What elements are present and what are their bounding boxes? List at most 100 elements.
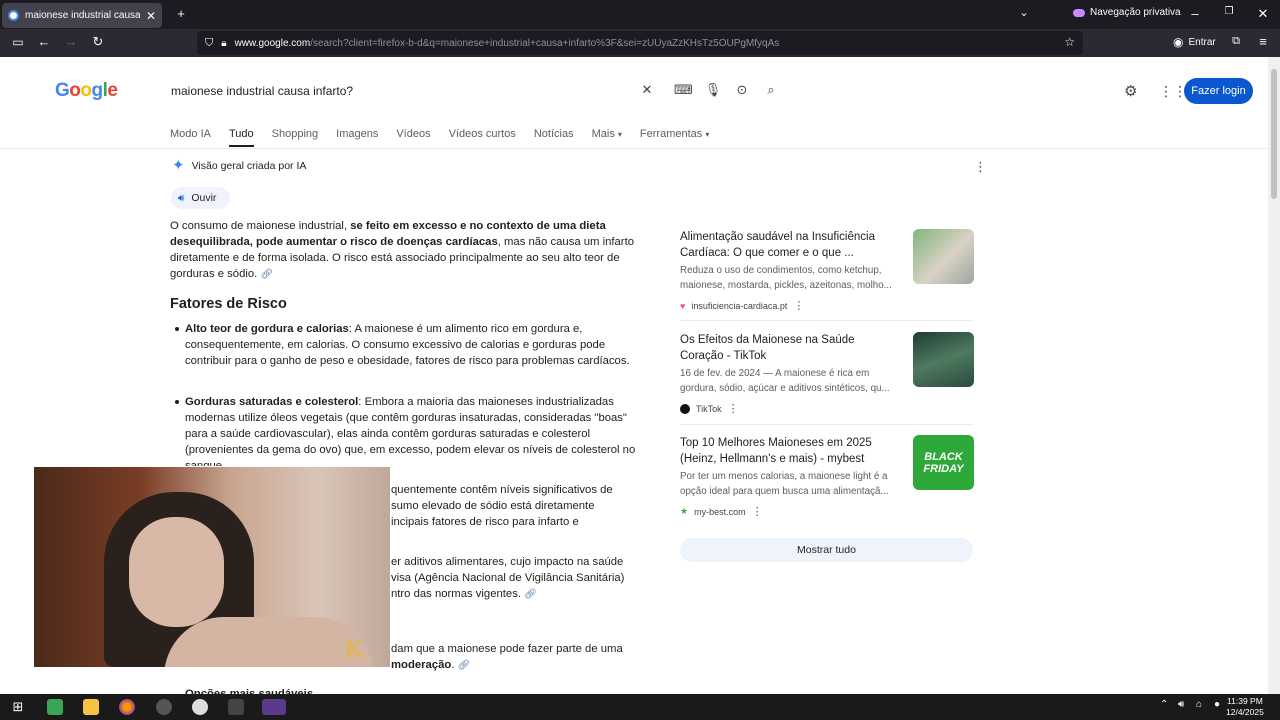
search-icon[interactable]: ⌕ (762, 82, 780, 100)
app-icon[interactable] (156, 699, 172, 715)
volume-icon[interactable]: 🔊︎ (1178, 699, 1184, 710)
keyboard-icon[interactable]: ⌨ (674, 82, 693, 100)
source-site-name: TikTok (696, 403, 722, 414)
citation-link-icon[interactable]: 🔗︎ (260, 269, 273, 280)
tab-noticias[interactable]: Notícias (534, 128, 574, 140)
bookmark-star-icon[interactable]: ☆ (1064, 35, 1075, 49)
listen-button[interactable]: 🔊︎ Ouvir (171, 187, 230, 209)
list-tabs-icon[interactable]: ⌄ (1017, 6, 1031, 19)
source-thumbnail[interactable] (913, 332, 974, 387)
private-firefox-icon[interactable] (262, 699, 286, 715)
firefox-icon[interactable] (119, 699, 135, 715)
file-explorer-icon[interactable] (83, 699, 99, 715)
reload-icon[interactable]: ↻ (90, 34, 106, 50)
url-text: www.google.com/search?client=firefox-b-d… (235, 38, 780, 49)
signin-label: Entrar (1188, 36, 1216, 48)
webcam-overlay: K (34, 467, 390, 667)
windows-start-icon[interactable]: ⊞ (10, 699, 26, 715)
ai-overview-header: ✦ Visão geral criada por IA (172, 158, 306, 173)
source-snippet: 16 de fev. de 2024 — A maionese é rica e… (680, 368, 890, 394)
bullet-dot (175, 400, 179, 404)
tray-chevron-icon[interactable]: ⌃ (1160, 699, 1168, 710)
microphone-icon[interactable]: 🎙︎ (704, 82, 722, 100)
source-title[interactable]: Top 10 Melhores Maioneses em 2025 (Heinz… (680, 435, 900, 467)
tab-videos-curtos[interactable]: Vídeos curtos (449, 128, 516, 140)
black-friday-text: BLACK FRIDAY (923, 450, 964, 475)
source-card[interactable]: Top 10 Melhores Maioneses em 2025 (Heinz… (680, 435, 976, 518)
tab-tudo[interactable]: Tudo (228, 128, 254, 147)
citation-link-icon[interactable]: 🔗︎ (458, 660, 471, 671)
heart-favicon-icon: ♥ (680, 300, 686, 311)
close-window-icon[interactable]: ✕ (1256, 6, 1270, 22)
tab-title: maionese industrial causa infarto (25, 10, 140, 21)
google-logo[interactable]: Google (55, 80, 118, 102)
risk-factors-heading: Fatores de Risco (170, 296, 287, 312)
tab-shopping[interactable]: Shopping (272, 128, 319, 140)
close-tab-icon[interactable]: ✕ (146, 9, 156, 23)
intro-text-1: O consumo de maionese industrial, (170, 220, 351, 232)
browser-tab[interactable]: maionese industrial causa infarto ✕ (2, 3, 162, 28)
menu-icon[interactable]: ≡ (1256, 34, 1270, 49)
page-scrollbar[interactable] (1268, 57, 1280, 694)
network-icon[interactable]: ⌂ (1196, 699, 1202, 710)
private-mask-icon (1073, 8, 1085, 17)
bullet-dot (175, 327, 179, 331)
source-title[interactable]: Os Efeitos da Maionese na Saúde Coração … (680, 332, 900, 364)
camera-lens-icon[interactable]: ⊙ (733, 82, 751, 100)
lock-icon[interactable]: 🔒︎ (221, 38, 226, 49)
forward-icon[interactable]: → (63, 34, 79, 49)
tab-videos[interactable]: Vídeos (396, 128, 430, 140)
healthier-options-partial: Opções mais saudáveis (185, 688, 314, 694)
clear-search-icon[interactable]: ✕ (638, 82, 656, 100)
login-button[interactable]: Fazer login (1184, 78, 1253, 104)
card-divider (680, 320, 974, 321)
source-thumbnail[interactable]: BLACK FRIDAY (913, 435, 974, 490)
new-tab-icon[interactable]: + (174, 6, 188, 21)
source-title[interactable]: Alimentação saudável na Insuficiência Ca… (680, 229, 900, 261)
scrollbar-thumb[interactable] (1271, 69, 1277, 199)
sodium-line-2: sumo elevado de sódio está diretamente (391, 500, 595, 512)
show-all-button[interactable]: Mostrar tudo (680, 538, 973, 562)
source-more-icon[interactable]: ⋮ (793, 299, 804, 312)
search-input[interactable]: maionese industrial causa infarto? (171, 84, 353, 98)
restore-icon[interactable]: ❐ (1222, 6, 1236, 17)
extensions-icon[interactable]: ⧉ (1229, 35, 1243, 48)
source-card[interactable]: Alimentação saudável na Insuficiência Ca… (680, 229, 976, 312)
ai-intro-paragraph: O consumo de maionese industrial, se fei… (170, 218, 642, 283)
url-bar[interactable]: ⛉ 🔒︎ www.google.com/search?client=firefo… (197, 31, 1083, 55)
webcam-person-face (129, 517, 224, 627)
back-icon[interactable]: ← (36, 34, 52, 49)
more-options-icon[interactable]: ⋮ (974, 159, 987, 175)
tab-ferramentas[interactable]: Ferramentas ▾ (640, 128, 709, 140)
conclusion-line-2: moderação. 🔗︎ (391, 659, 471, 671)
tab-ferramentas-label: Ferramentas (639, 128, 703, 140)
source-thumbnail[interactable] (913, 229, 974, 284)
minimize-icon[interactable]: – (1188, 6, 1202, 21)
citation-link-icon[interactable]: 🔗︎ (524, 589, 537, 600)
additives-line-3: ntro das normas vigentes. 🔗︎ (391, 586, 641, 603)
tab-modo-ia[interactable]: Modo IA (170, 128, 211, 140)
obs-app-icon[interactable] (228, 699, 244, 715)
tab-mais[interactable]: Mais ▾ (592, 128, 622, 140)
sodium-line-3: incipais fatores de risco para infarto e (391, 516, 579, 528)
source-more-icon[interactable]: ⋮ (728, 402, 739, 415)
webcam-person-body (164, 617, 374, 667)
source-site-name: insuficiencia-cardiaca.pt (691, 300, 788, 311)
listen-label: Ouvir (191, 192, 217, 204)
account-button[interactable]: ◉ Entrar (1173, 35, 1216, 49)
app-store-icon[interactable] (47, 699, 63, 715)
microphone-tray-icon[interactable]: ● (1214, 699, 1220, 710)
additives-line-1: er aditivos alimentares, cujo impacto na… (391, 556, 624, 568)
app-icon[interactable] (192, 699, 208, 715)
source-card[interactable]: Os Efeitos da Maionese na Saúde Coração … (680, 332, 976, 415)
settings-gear-icon[interactable]: ⚙ (1124, 82, 1137, 100)
sidebar-icon[interactable]: ▭ (10, 35, 26, 49)
webcam-logo-icon: K (344, 637, 364, 663)
taskbar-clock[interactable]: 11:39 PM 12/4/2025 (1226, 696, 1264, 718)
shield-icon[interactable]: ⛉ (205, 37, 213, 50)
source-snippet: Reduza o uso de condimentos, como ketchu… (680, 265, 892, 291)
source-more-icon[interactable]: ⋮ (752, 505, 763, 518)
tab-imagens[interactable]: Imagens (336, 128, 378, 140)
header-divider (0, 148, 1268, 149)
search-box[interactable]: maionese industrial causa infarto? ✕ ⌨ 🎙… (160, 72, 784, 110)
